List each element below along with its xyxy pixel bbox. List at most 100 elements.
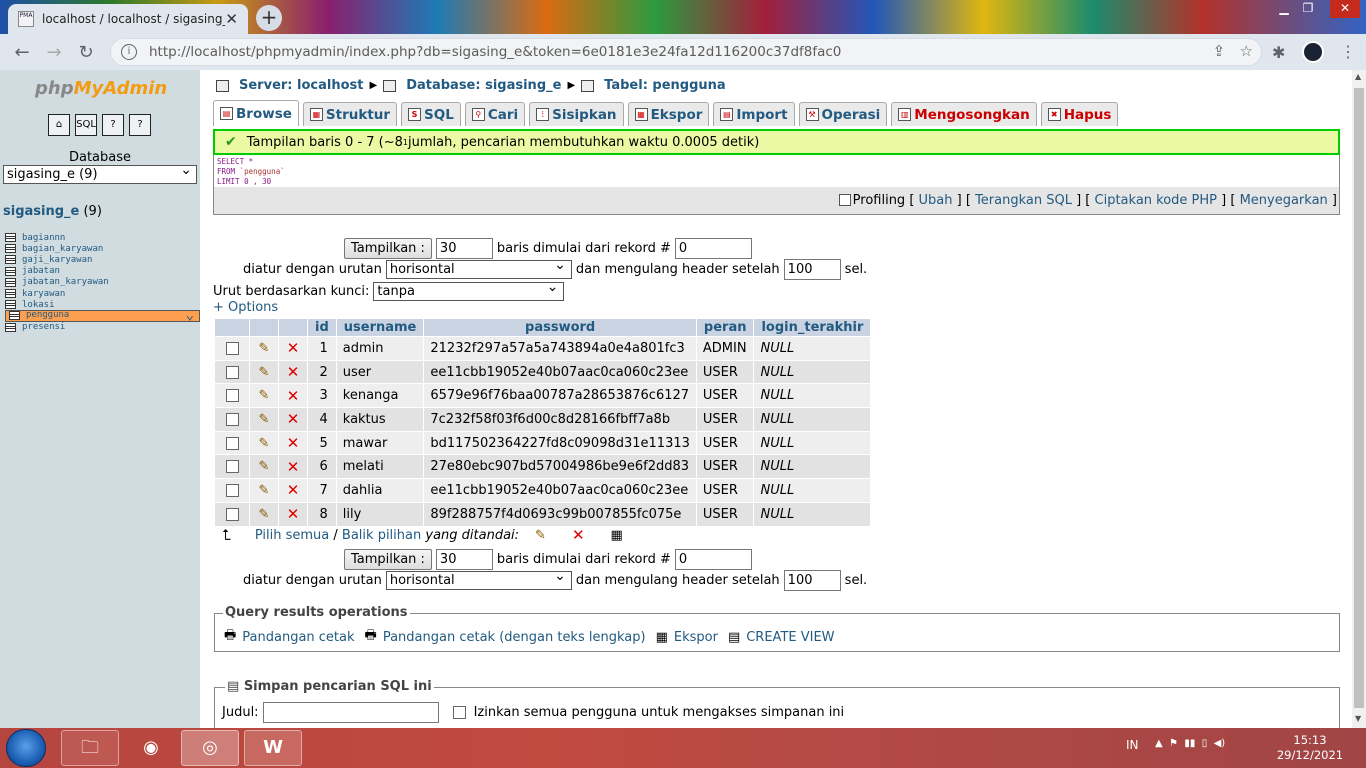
- cell-peran[interactable]: USER: [696, 384, 754, 408]
- restore-icon[interactable]: ❐: [1296, 0, 1320, 18]
- export-selected-icon[interactable]: ▦: [611, 528, 623, 543]
- table-icon[interactable]: [5, 300, 16, 310]
- cell-login_terakhir[interactable]: NULL: [754, 337, 871, 360]
- sort-select[interactable]: tanpa: [373, 279, 565, 301]
- invert-selection-link[interactable]: Balik pilihan: [342, 528, 421, 543]
- table-icon[interactable]: [5, 266, 16, 276]
- cell-id[interactable]: 5: [308, 431, 336, 455]
- sidebar-table-label[interactable]: gaji_karyawan: [22, 255, 92, 265]
- delete-x-icon[interactable]: ✕: [287, 434, 300, 452]
- cell-id[interactable]: 2: [308, 360, 336, 384]
- cell-username[interactable]: mawar: [336, 431, 424, 455]
- cell-login_terakhir[interactable]: NULL: [754, 431, 871, 455]
- avatar[interactable]: [1302, 41, 1324, 63]
- edit-pencil-icon[interactable]: ✎: [259, 459, 270, 474]
- cell-id[interactable]: 8: [308, 502, 336, 526]
- clock[interactable]: 15:13 29/12/2021: [1270, 733, 1350, 763]
- cell-password[interactable]: 21232f297a57a5a743894a0e4a801fc3: [424, 337, 696, 360]
- column-header-username[interactable]: username: [336, 319, 424, 336]
- cell-peran[interactable]: USER: [696, 455, 754, 479]
- cell-password[interactable]: 89f288757f4d0693c99b007855fc075e: [424, 502, 696, 526]
- sidebar-table-label[interactable]: jabatan: [22, 266, 60, 276]
- row-checkbox[interactable]: [225, 483, 239, 497]
- delete-x-icon[interactable]: ✕: [287, 410, 300, 428]
- column-header-id[interactable]: id: [308, 319, 336, 336]
- db-link[interactable]: sigasing_e: [3, 204, 79, 219]
- table-icon[interactable]: [5, 289, 16, 299]
- print-view-full-link[interactable]: Pandangan cetak (dengan teks lengkap): [383, 630, 646, 645]
- row-checkbox[interactable]: [225, 389, 239, 403]
- sidebar-table-label[interactable]: karyawan: [22, 289, 65, 299]
- title-input[interactable]: [262, 702, 439, 723]
- delete-x-icon[interactable]: ✕: [287, 339, 300, 357]
- edit-pencil-icon[interactable]: ✎: [259, 388, 270, 403]
- tab-struktur[interactable]: ▦ Struktur: [302, 102, 398, 126]
- sidebar-table-gaji_karyawan[interactable]: gaji_karyawan: [5, 254, 200, 265]
- sidebar-table-label[interactable]: pengguna: [26, 307, 69, 324]
- forward-icon[interactable]: →: [38, 42, 70, 63]
- chrome-icon[interactable]: ◎: [181, 730, 239, 766]
- sql-icon[interactable]: SQL: [75, 114, 97, 136]
- sidebar-table-karyawan[interactable]: karyawan: [5, 288, 200, 299]
- phpmyadmin-logo[interactable]: phpMyAdmin: [35, 78, 167, 99]
- tab-browse[interactable]: ▤ Browse: [213, 100, 299, 126]
- cell-username[interactable]: kenanga: [336, 384, 424, 408]
- start-input[interactable]: 0: [674, 238, 752, 259]
- url-bar[interactable]: i http://localhost/phpmyadmin/index.php?…: [110, 38, 1262, 66]
- rows-input-bottom[interactable]: 30: [435, 549, 493, 570]
- menu-icon[interactable]: ⋮: [1340, 42, 1356, 61]
- delete-selected-icon[interactable]: ✕: [572, 526, 585, 544]
- cell-login_terakhir[interactable]: NULL: [754, 455, 871, 479]
- explorer-icon[interactable]: 🗀: [61, 730, 119, 766]
- reload-icon[interactable]: ↻: [70, 42, 102, 63]
- tab-ekspor[interactable]: ▦ Ekspor: [627, 102, 710, 126]
- tab-cari[interactable]: ⚲ Cari: [464, 102, 526, 126]
- language-indicator[interactable]: IN: [1126, 738, 1139, 752]
- sidebar-table-jabatan_karyawan[interactable]: jabatan_karyawan: [5, 277, 200, 288]
- breadcrumb-database[interactable]: Database: sigasing_e: [406, 78, 561, 93]
- cell-peran[interactable]: USER: [696, 408, 754, 431]
- delete-x-icon[interactable]: ✕: [287, 458, 300, 476]
- extensions-icon[interactable]: ✱: [1272, 43, 1285, 62]
- cell-login_terakhir[interactable]: NULL: [754, 479, 871, 502]
- cell-password[interactable]: 6579e96f76baa00787a28653876c6127: [424, 384, 696, 408]
- cell-login_terakhir[interactable]: NULL: [754, 408, 871, 431]
- table-icon[interactable]: [5, 255, 16, 265]
- sidebar-table-bagian_karyawan[interactable]: bagian_karyawan: [5, 243, 200, 254]
- docs-icon[interactable]: ?: [102, 114, 124, 136]
- edit-selected-icon[interactable]: ✎: [535, 528, 546, 543]
- table-icon[interactable]: [5, 277, 16, 287]
- edit-link[interactable]: Ubah: [919, 193, 953, 208]
- cell-id[interactable]: 7: [308, 479, 336, 502]
- row-checkbox[interactable]: [225, 412, 239, 426]
- tab-hapus[interactable]: ✖ Hapus: [1040, 102, 1119, 126]
- delete-x-icon[interactable]: ✕: [287, 481, 300, 499]
- sidebar-table-label[interactable]: jabatan_karyawan: [22, 277, 109, 287]
- cell-password[interactable]: ee11cbb19052e40b07aac0ca060c23ee: [424, 479, 696, 502]
- cell-username[interactable]: dahlia: [336, 479, 424, 502]
- word-icon[interactable]: W: [244, 730, 302, 766]
- edit-pencil-icon[interactable]: ✎: [259, 341, 270, 356]
- table-icon[interactable]: [5, 322, 16, 332]
- minimize-icon[interactable]: ▁: [1272, 0, 1296, 18]
- mode-select-bottom[interactable]: horisontal: [385, 568, 572, 590]
- php-code-link[interactable]: Ciptakan kode PHP: [1095, 193, 1218, 208]
- edit-pencil-icon[interactable]: ✎: [259, 507, 270, 522]
- refresh-link[interactable]: Menyegarkan: [1240, 193, 1328, 208]
- cell-password[interactable]: 7c232f58f03f6d00c8d28166fbff7a8b: [424, 408, 696, 431]
- repeat-input[interactable]: 100: [783, 259, 841, 280]
- vertical-scrollbar[interactable]: ▲ ▼: [1352, 70, 1366, 728]
- close-tab-icon[interactable]: ✕: [225, 10, 238, 28]
- row-checkbox[interactable]: [225, 365, 239, 379]
- delete-x-icon[interactable]: ✕: [287, 505, 300, 523]
- show-button-bottom[interactable]: Tampilkan :: [344, 549, 432, 570]
- start-button[interactable]: [6, 729, 46, 767]
- back-icon[interactable]: ←: [6, 42, 38, 63]
- edit-pencil-icon[interactable]: ✎: [259, 483, 270, 498]
- edit-pencil-icon[interactable]: ✎: [259, 412, 270, 427]
- cell-username[interactable]: user: [336, 360, 424, 384]
- cell-peran[interactable]: USER: [696, 502, 754, 526]
- cell-id[interactable]: 4: [308, 408, 336, 431]
- export-link[interactable]: Ekspor: [674, 630, 718, 645]
- row-checkbox[interactable]: [225, 436, 239, 450]
